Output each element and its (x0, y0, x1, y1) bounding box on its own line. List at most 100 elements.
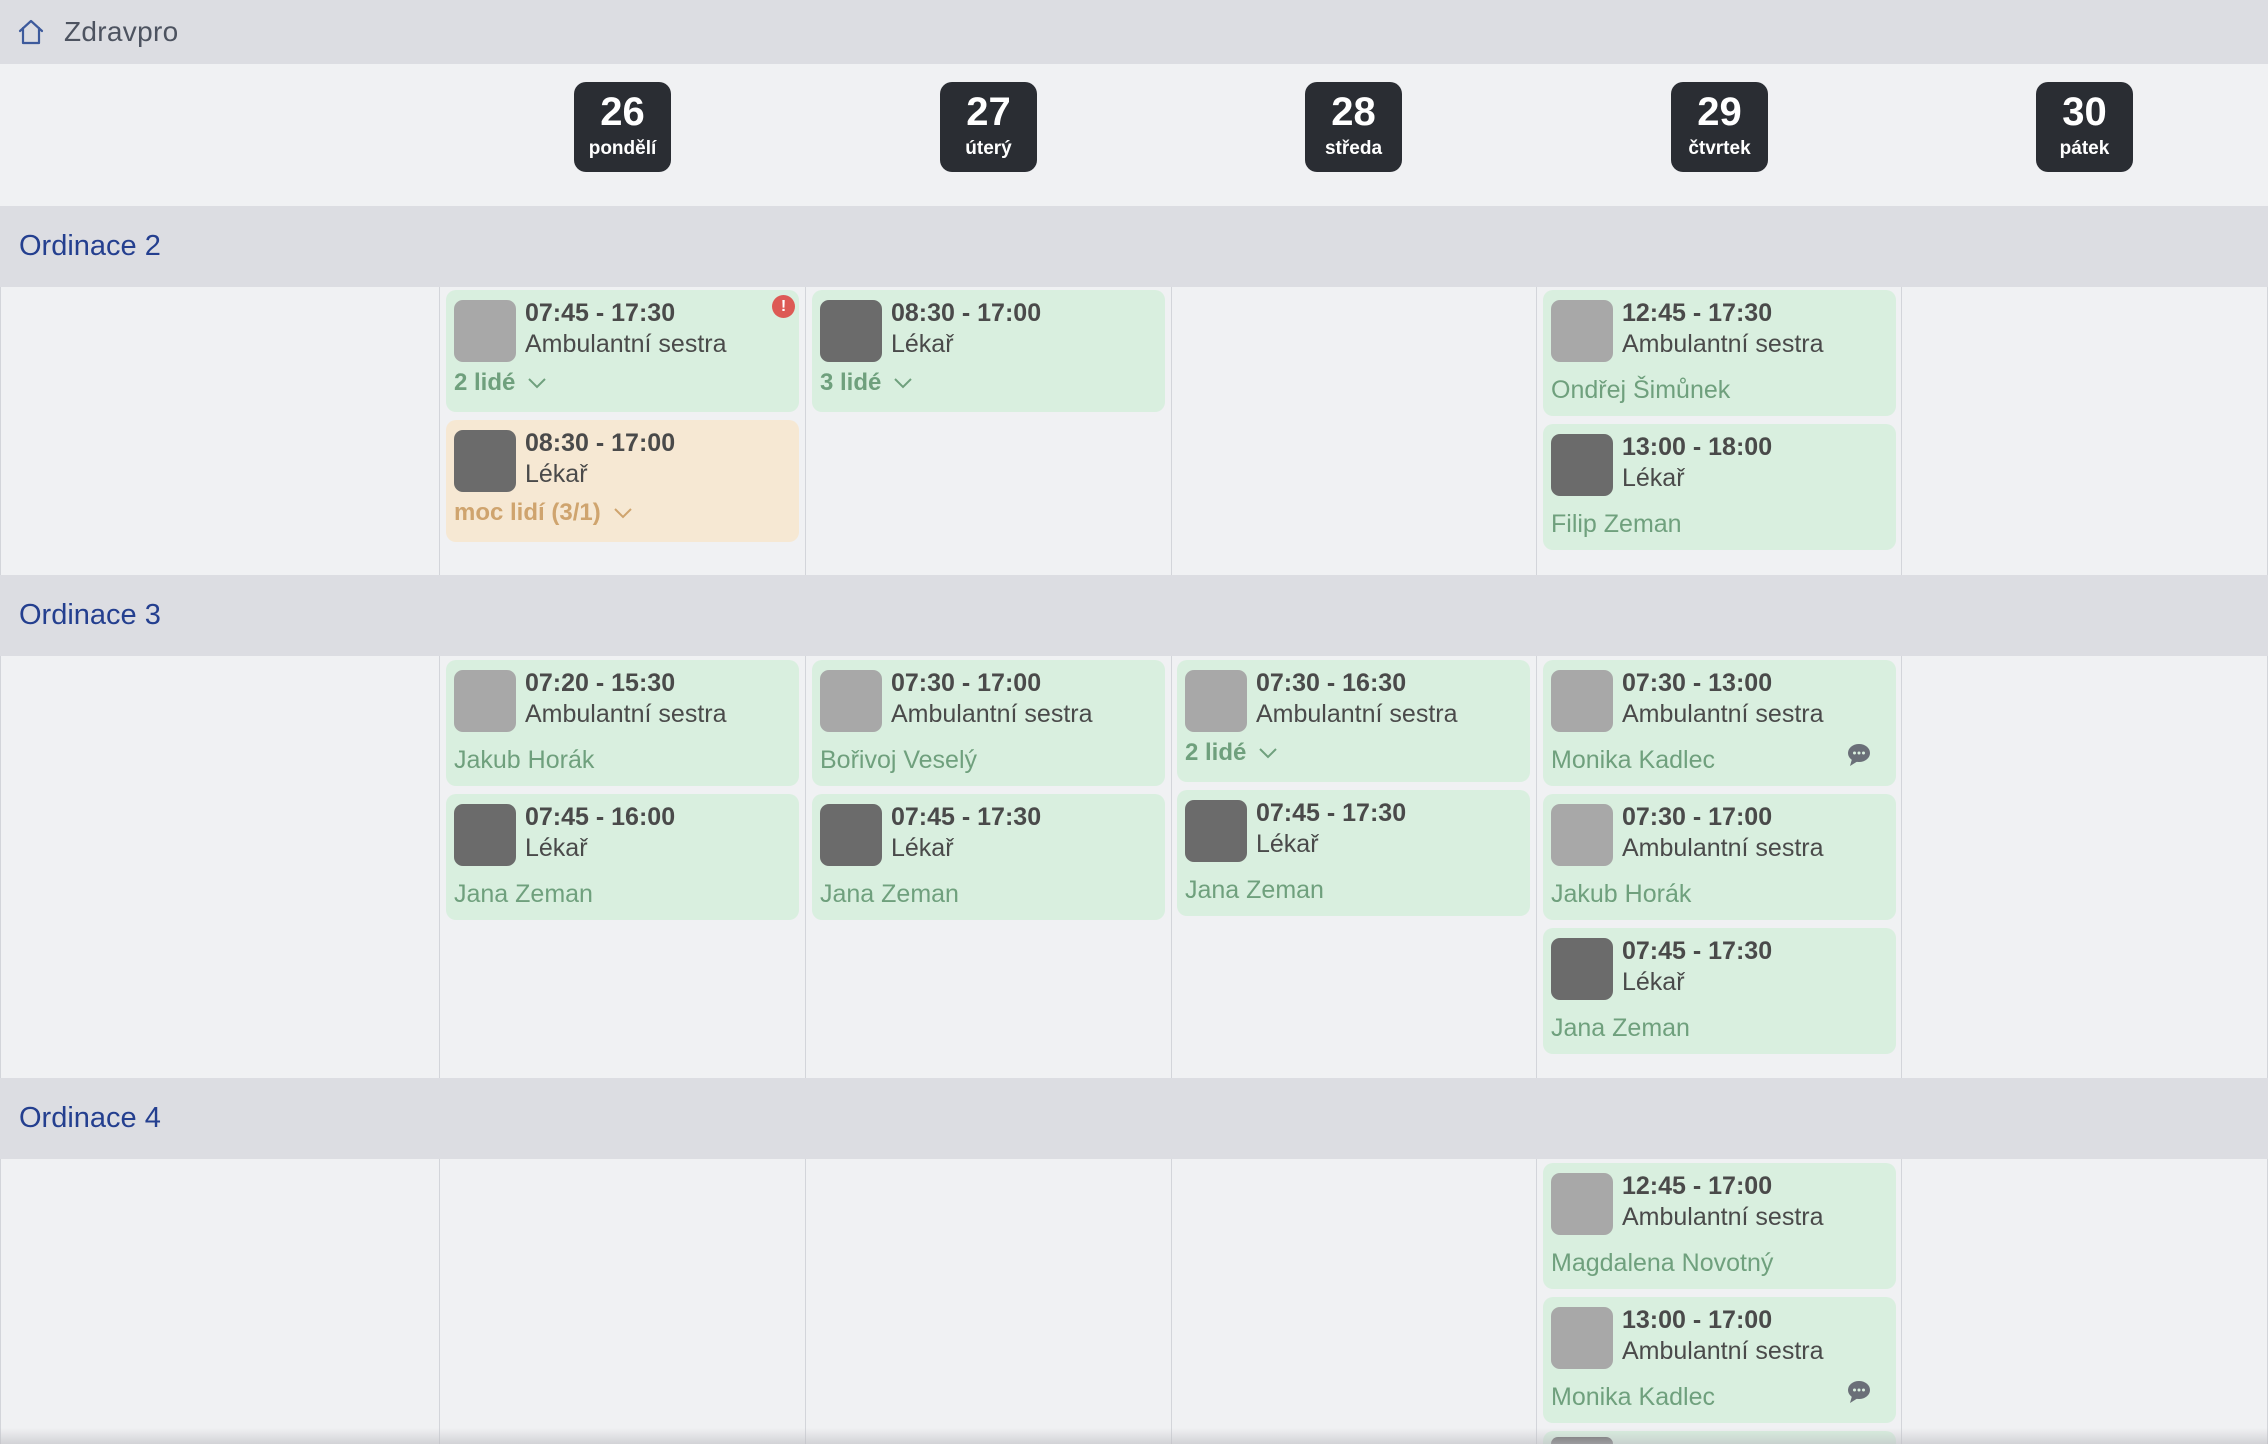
shift-card[interactable]: 07:45 - 17:30 Ambulantní sestra ! 2 lidé (446, 290, 799, 412)
day-name: úterý (965, 138, 1012, 159)
shift-card[interactable]: 08:30 - 17:00 Lékař 3 lidé (812, 290, 1165, 412)
shift-time: 07:30 - 13:00 (1622, 669, 1773, 697)
shift-role: Ambulantní sestra (1622, 700, 1824, 728)
person-name[interactable]: Monika Kadlec (1551, 746, 1715, 775)
day-badge-28[interactable]: 28 středa (1305, 82, 1402, 172)
avatar (454, 670, 516, 732)
day-badge-30[interactable]: 30 pátek (2036, 82, 2133, 172)
top-bar: Zdravpro (0, 0, 2268, 64)
shift-time: 12:45 - 17:30 (1622, 299, 1773, 327)
chevron-down-icon (527, 377, 547, 389)
people-count: moc lidí (3/1) (454, 499, 601, 526)
shift-role: Ambulantní sestra (1622, 330, 1824, 358)
day-badge-26[interactable]: 26 pondělí (574, 82, 671, 172)
person-name[interactable]: Jana Zeman (1185, 876, 1324, 905)
shift-card[interactable]: 07:30 - 17:00 Ambulantní sestra Bořivoj … (812, 660, 1165, 786)
shift-card[interactable]: 07:30 - 16:30 Ambulantní sestra 2 lidé (1177, 660, 1530, 782)
person-name[interactable]: Ondřej Šimůnek (1551, 376, 1730, 405)
shift-role: Ambulantní sestra (1622, 1203, 1824, 1231)
shift-time: 08:30 - 17:00 (525, 429, 676, 457)
person-name[interactable]: Jakub Horák (454, 746, 594, 775)
avatar (1551, 1307, 1613, 1369)
shift-time: 07:45 - 17:30 (525, 299, 676, 327)
shift-role: Ambulantní sestra (891, 700, 1093, 728)
person-name[interactable]: Jana Zeman (454, 880, 593, 909)
avatar (1551, 300, 1613, 362)
shift-time: 08:30 - 17:00 (891, 299, 1042, 327)
shift-card[interactable]: 07:20 - 15:30 Ambulantní sestra Jakub Ho… (446, 660, 799, 786)
chevron-down-icon (893, 377, 913, 389)
home-icon[interactable] (14, 15, 48, 49)
shift-card[interactable]: 12:45 - 17:00 Ambulantní sestra Magdalen… (1543, 1163, 1896, 1289)
section-header-ordinace-3: Ordinace 3 (0, 575, 2268, 656)
scroll-fade (0, 1428, 2268, 1444)
day-name: čtvrtek (1688, 138, 1751, 159)
avatar (1551, 670, 1613, 732)
avatar (820, 804, 882, 866)
people-dropdown[interactable]: 3 lidé (820, 369, 913, 397)
shift-card[interactable]: 07:45 - 16:00 Lékař Jana Zeman (446, 794, 799, 920)
section-row-ordinace-2: 07:45 - 17:30 Ambulantní sestra ! 2 lidé… (0, 287, 2268, 575)
avatar (1551, 1173, 1613, 1235)
section-row-ordinace-4: 12:45 - 17:00 Ambulantní sestra Magdalen… (0, 1159, 2268, 1444)
person-name[interactable]: Monika Kadlec (1551, 1383, 1715, 1412)
alert-icon: ! (772, 295, 795, 318)
shift-card[interactable]: 08:30 - 17:00 Lékař moc lidí (3/1) (446, 420, 799, 542)
day-number: 30 (2062, 90, 2107, 134)
avatar (820, 670, 882, 732)
shift-card[interactable]: 13:00 - 17:00 Ambulantní sestra Monika K… (1543, 1297, 1896, 1423)
person-name[interactable]: Filip Zeman (1551, 510, 1682, 539)
shift-role: Ambulantní sestra (525, 700, 727, 728)
day-badge-27[interactable]: 27 úterý (940, 82, 1037, 172)
day-number: 29 (1697, 90, 1742, 134)
shift-role: Lékař (525, 834, 588, 862)
avatar (820, 300, 882, 362)
day-name: středa (1324, 138, 1383, 159)
section-title: Ordinace 3 (19, 599, 161, 631)
section-title: Ordinace 4 (19, 1102, 161, 1134)
shift-time: 07:20 - 15:30 (525, 669, 676, 697)
comment-icon[interactable] (1846, 1379, 1872, 1405)
shift-card[interactable]: 07:45 - 17:30 Lékař Jana Zeman (812, 794, 1165, 920)
shift-time: 13:00 - 17:00 (1622, 1306, 1773, 1334)
shift-time: 07:45 - 16:00 (525, 803, 676, 831)
person-name[interactable]: Jana Zeman (1551, 1014, 1690, 1043)
shift-time: 07:30 - 16:30 (1256, 669, 1407, 697)
people-dropdown[interactable]: 2 lidé (1185, 739, 1278, 767)
person-name[interactable]: Bořivoj Veselý (820, 746, 977, 775)
shift-role: Ambulantní sestra (525, 330, 727, 358)
people-count: 2 lidé (454, 369, 516, 396)
avatar (1551, 804, 1613, 866)
person-name[interactable]: Magdalena Novotný (1551, 1249, 1773, 1278)
shift-time: 07:45 - 17:30 (1256, 799, 1407, 827)
chevron-down-icon (613, 507, 633, 519)
person-name[interactable]: Jakub Horák (1551, 880, 1691, 909)
shift-role: Ambulantní sestra (1622, 1337, 1824, 1365)
comment-icon[interactable] (1846, 742, 1872, 768)
shift-card[interactable]: 12:45 - 17:30 Ambulantní sestra Ondřej Š… (1543, 290, 1896, 416)
avatar (454, 430, 516, 492)
section-title: Ordinace 2 (19, 230, 161, 262)
shift-card[interactable]: 13:00 - 18:00 Lékař Filip Zeman (1543, 424, 1896, 550)
day-badge-29[interactable]: 29 čtvrtek (1671, 82, 1768, 172)
avatar (1551, 434, 1613, 496)
shift-time: 07:45 - 17:30 (891, 803, 1042, 831)
shift-card[interactable]: 07:45 - 17:30 Lékař Jana Zeman (1543, 928, 1896, 1054)
shift-card[interactable]: 07:30 - 13:00 Ambulantní sestra Monika K… (1543, 660, 1896, 786)
shift-role: Lékař (1622, 464, 1685, 492)
shift-time: 12:45 - 17:00 (1622, 1172, 1773, 1200)
section-row-ordinace-3: 07:20 - 15:30 Ambulantní sestra Jakub Ho… (0, 656, 2268, 1078)
shift-role: Lékař (1622, 968, 1685, 996)
shift-card[interactable]: 07:30 - 17:00 Ambulantní sestra Jakub Ho… (1543, 794, 1896, 920)
day-header: 26 pondělí 27 úterý 28 středa 29 čtvrtek 30 p… (0, 64, 2268, 206)
shift-card[interactable]: 07:45 - 17:30 Lékař Jana Zeman (1177, 790, 1530, 916)
avatar (1551, 938, 1613, 1000)
avatar (454, 804, 516, 866)
day-number: 26 (600, 90, 645, 134)
app-title[interactable]: Zdravpro (64, 16, 178, 48)
people-dropdown[interactable]: moc lidí (3/1) (454, 499, 633, 527)
person-name[interactable]: Jana Zeman (820, 880, 959, 909)
shift-role: Ambulantní sestra (1256, 700, 1458, 728)
people-dropdown[interactable]: 2 lidé (454, 369, 547, 397)
shift-role: Lékař (525, 460, 588, 488)
